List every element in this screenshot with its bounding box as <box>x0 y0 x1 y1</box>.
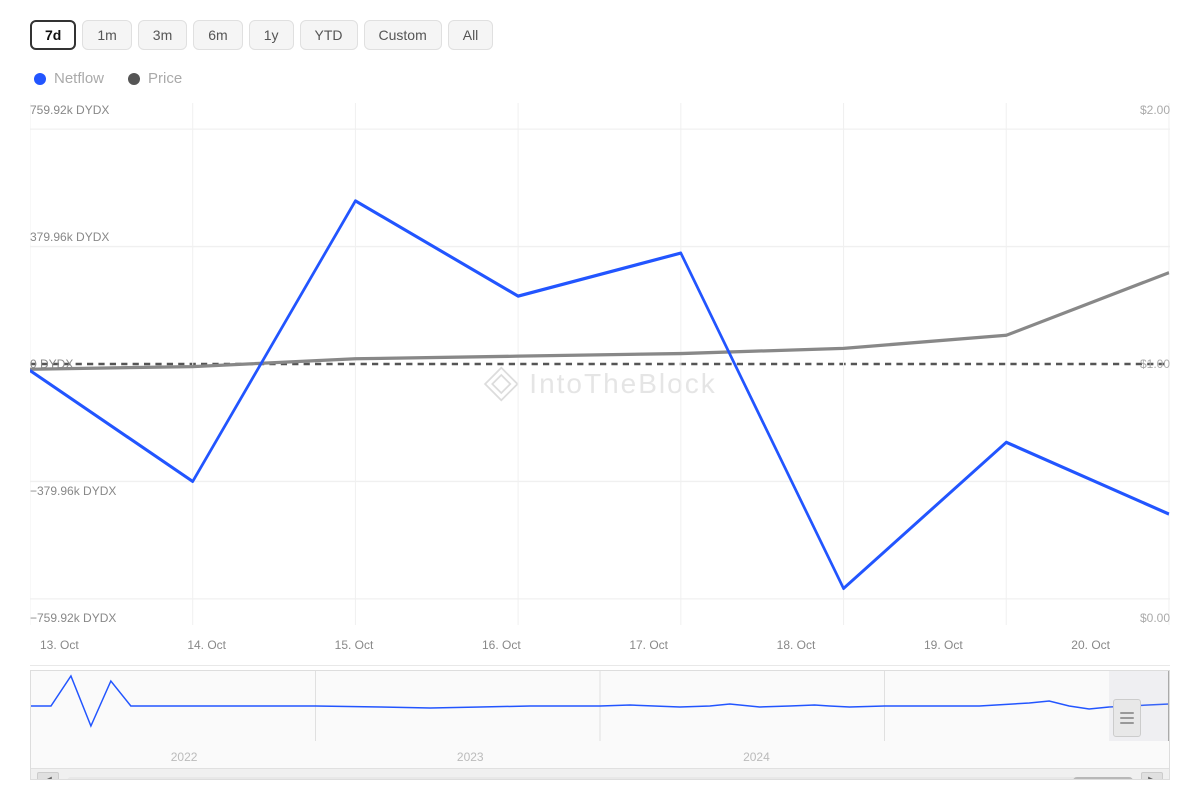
x-label-2: 15. Oct <box>335 638 374 652</box>
time-btn-3m[interactable]: 3m <box>138 20 187 50</box>
y-label-0: 759.92k DYDX <box>30 103 150 117</box>
time-btn-ytd[interactable]: YTD <box>300 20 358 50</box>
scrollbar-track[interactable] <box>67 777 1133 781</box>
x-label-6: 19. Oct <box>924 638 963 652</box>
x-label-1: 14. Oct <box>187 638 226 652</box>
x-label-4: 17. Oct <box>629 638 668 652</box>
nav-year-1: 2023 <box>457 750 484 764</box>
y-right-label-2: $0.00 <box>1140 611 1170 625</box>
scrollbar-thumb[interactable] <box>1073 777 1133 781</box>
handle-lines <box>1120 712 1134 724</box>
legend-netflow: Netflow <box>34 70 104 87</box>
legend-price: Price <box>128 70 182 87</box>
x-label-5: 18. Oct <box>777 638 816 652</box>
x-label-0: 13. Oct <box>40 638 79 652</box>
y-label-4: −759.92k DYDX <box>30 611 150 625</box>
netflow-line <box>30 201 1169 589</box>
main-chart-area: IntoTheBlock <box>30 103 1170 666</box>
main-container: 7d1m3m6m1yYTDCustomAll Netflow Price Int… <box>0 0 1200 800</box>
y-right-label-0: $2.00 <box>1140 103 1170 117</box>
time-range-selector: 7d1m3m6m1yYTDCustomAll <box>30 20 1170 50</box>
time-btn-1y[interactable]: 1y <box>249 20 294 50</box>
time-btn-custom[interactable]: Custom <box>364 20 442 50</box>
time-btn-7d[interactable]: 7d <box>30 20 76 50</box>
navigator-labels: 2022 2023 2024 <box>31 746 1169 768</box>
time-btn-all[interactable]: All <box>448 20 494 50</box>
chart-svg-wrapper <box>30 103 1170 625</box>
chart-legend: Netflow Price <box>30 70 1170 87</box>
nav-year-0: 2022 <box>171 750 198 764</box>
scroll-right-arrow[interactable]: ▶ <box>1141 772 1163 781</box>
scroll-left-arrow[interactable]: ◀ <box>37 772 59 781</box>
y-label-2: 0 DYDX <box>30 357 150 371</box>
netflow-dot <box>34 73 46 85</box>
time-btn-6m[interactable]: 6m <box>193 20 242 50</box>
navigator-svg <box>31 671 1169 741</box>
time-btn-1m[interactable]: 1m <box>82 20 131 50</box>
handle-line-3 <box>1120 722 1134 724</box>
handle-line-2 <box>1120 717 1134 719</box>
x-label-3: 16. Oct <box>482 638 521 652</box>
y-label-3: −379.96k DYDX <box>30 484 150 498</box>
navigator-panel: 2022 2023 2024 ◀ ▶ <box>30 670 1170 780</box>
chart-svg <box>30 103 1170 625</box>
netflow-label: Netflow <box>54 70 104 87</box>
handle-line-1 <box>1120 712 1134 714</box>
price-label: Price <box>148 70 182 87</box>
navigator-handle[interactable] <box>1113 699 1141 737</box>
nav-year-2: 2024 <box>743 750 770 764</box>
navigator-scrollbar: ◀ ▶ <box>31 768 1169 780</box>
y-right-label-1: $1.00 <box>1140 357 1170 371</box>
y-axis-left: 759.92k DYDX 379.96k DYDX 0 DYDX −379.96… <box>30 103 150 625</box>
x-label-7: 20. Oct <box>1071 638 1110 652</box>
price-line <box>30 273 1169 370</box>
price-dot <box>128 73 140 85</box>
x-axis: 13. Oct 14. Oct 15. Oct 16. Oct 17. Oct … <box>30 625 1170 665</box>
y-axis-right: $2.00 $1.00 $0.00 <box>1110 103 1170 625</box>
y-label-1: 379.96k DYDX <box>30 230 150 244</box>
